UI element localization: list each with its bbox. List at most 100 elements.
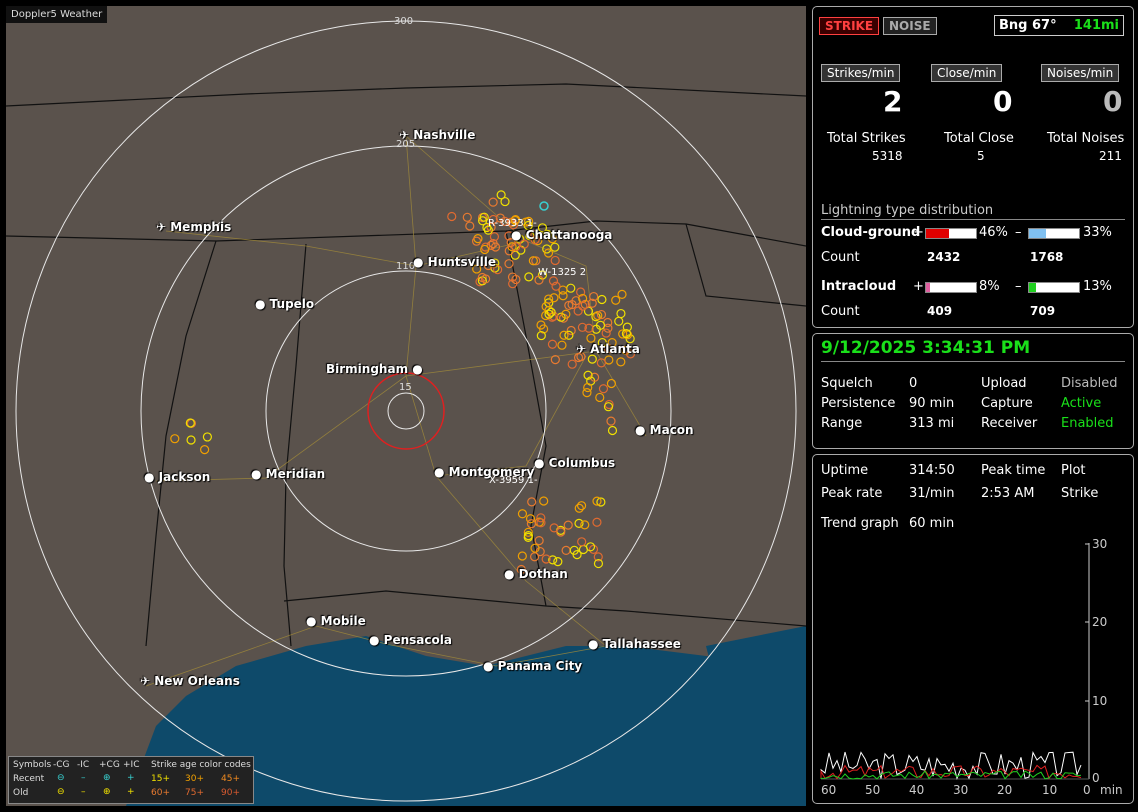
legend-recent-label: Recent (13, 774, 45, 784)
strike-mark (559, 330, 569, 340)
trend-x-0: 0 (1083, 783, 1091, 797)
trend-x-60: 60 (821, 783, 837, 797)
strike-mark (547, 339, 558, 349)
strike-mark (614, 316, 624, 326)
plot-value[interactable]: Strike (1061, 486, 1098, 501)
ic-plus-bar (925, 282, 977, 293)
strike-mark (524, 272, 534, 282)
ic-minus-count: 709 (1030, 304, 1056, 318)
strike-mark (462, 212, 472, 222)
city-jackson: ● Jackson (144, 470, 211, 484)
receiver-value: Enabled (1061, 416, 1114, 431)
ic-plus-sign: + (913, 279, 924, 294)
cell-label-2: W-1325 2 (538, 267, 587, 278)
strike-mark (616, 357, 626, 367)
legend-old-pos-ic-icon: + (127, 787, 135, 797)
map-graphics (6, 20, 806, 806)
peak-time-value: 2:53 AM (981, 486, 1035, 501)
strike-mark (557, 340, 567, 350)
strike-mark (550, 255, 560, 266)
legend-recent-pos-cg-icon: ⊕ (103, 773, 111, 783)
range-label-15: 15 (399, 382, 412, 393)
trend-x-10: 10 (1042, 783, 1058, 797)
strike-mark (573, 306, 583, 316)
trend-y-30: 30 (1092, 537, 1108, 551)
lightning-map[interactable]: Doppler5 Weather 300 205 110 15 ✈ Nashvi… (6, 6, 806, 806)
app-title: Doppler5 Weather (6, 6, 108, 23)
cg-plus-count: 2432 (927, 250, 961, 264)
legend-recent-neg-cg-icon: ⊖ (57, 773, 65, 783)
strike-mark (578, 301, 588, 311)
peak-rate-label: Peak rate (821, 486, 883, 501)
strike-mark (566, 325, 576, 336)
ic-minus-percent: 13% (1083, 279, 1112, 294)
strike-mark (592, 517, 602, 527)
strike-mark (496, 190, 506, 200)
strike-mark (517, 509, 528, 519)
legend-age-60: 60+ (151, 788, 170, 798)
strike-mark (617, 289, 627, 299)
strike-mark (566, 283, 576, 293)
upload-label: Upload (981, 376, 1027, 391)
roads (145, 135, 647, 687)
strike-mark (447, 211, 457, 222)
legend-age-45: 45+ (221, 774, 240, 784)
strike-mark (465, 221, 475, 231)
uptime-label: Uptime (821, 463, 869, 478)
strike-mark (611, 295, 621, 305)
total-strikes-value: 5318 (872, 149, 903, 163)
strike-mark (597, 294, 607, 305)
legend-old-pos-cg-icon: ⊕ (103, 787, 111, 797)
noise-button[interactable]: NOISE (883, 17, 937, 35)
legend-age-90: 90+ (221, 788, 240, 798)
strike-mark (583, 382, 593, 393)
strike-mark (202, 432, 212, 442)
strike-mark (200, 445, 210, 455)
cell-label-3: X-3959 1- (489, 475, 538, 486)
strike-button[interactable]: STRIKE (819, 17, 880, 35)
strike-mark (550, 355, 560, 365)
strike-mark (550, 242, 560, 252)
city-tallahassee: ● Tallahassee (588, 637, 681, 651)
noises-min-label: Noises/min (1041, 64, 1120, 82)
persistence-label: Persistence (821, 396, 896, 411)
total-close-label: Total Close (944, 131, 1014, 146)
city-columbus: ● Columbus (534, 456, 616, 470)
legend-old-neg-cg-icon: ⊖ (57, 787, 65, 797)
trend-x-20: 20 (997, 783, 1013, 797)
peak-time-label: Peak time (981, 463, 1046, 478)
squelch-value: 0 (909, 376, 918, 391)
trend-y-10: 10 (1092, 694, 1108, 708)
trend-panel: Uptime 314:50 Peak time Plot Peak rate 3… (812, 454, 1134, 804)
trend-line (820, 750, 1082, 780)
strike-mark (586, 333, 596, 343)
strike-mark (567, 359, 577, 369)
trend-y-ticks (1085, 543, 1089, 780)
trend-y-0: 0 (1092, 771, 1100, 785)
city-macon: ● Macon (635, 423, 694, 437)
squelch-label: Squelch (821, 376, 873, 391)
strike-mark (563, 520, 573, 530)
trend-x-30: 30 (953, 783, 969, 797)
strike-mark (170, 434, 180, 444)
bearing-value: Bng 67° (999, 18, 1057, 33)
intracloud-label: Intracloud (821, 279, 897, 294)
legend-recent-pos-ic-icon: + (127, 773, 135, 783)
plot-label: Plot (1061, 463, 1086, 478)
persistence-value: 90 min (909, 396, 955, 411)
legend-age-75: 75+ (185, 788, 204, 798)
strike-mark (604, 355, 614, 365)
trend-graph-value[interactable]: 60 min (909, 516, 954, 531)
ic-count-label: Count (821, 304, 860, 319)
total-noises-label: Total Noises (1047, 131, 1125, 146)
recent-strike-mark (539, 201, 549, 211)
strike-mark (577, 537, 587, 547)
trend-y-20: 20 (1092, 615, 1108, 629)
strike-mark (549, 293, 559, 303)
legend-old-neg-ic-icon: – (81, 787, 86, 797)
city-new-orleans: ✈ New Orleans (140, 674, 240, 688)
strike-mark (186, 435, 196, 445)
uptime-value: 314:50 (909, 463, 955, 478)
cg-minus-sign: – (1015, 225, 1022, 240)
legend-neg-cg: -CG (53, 760, 70, 770)
